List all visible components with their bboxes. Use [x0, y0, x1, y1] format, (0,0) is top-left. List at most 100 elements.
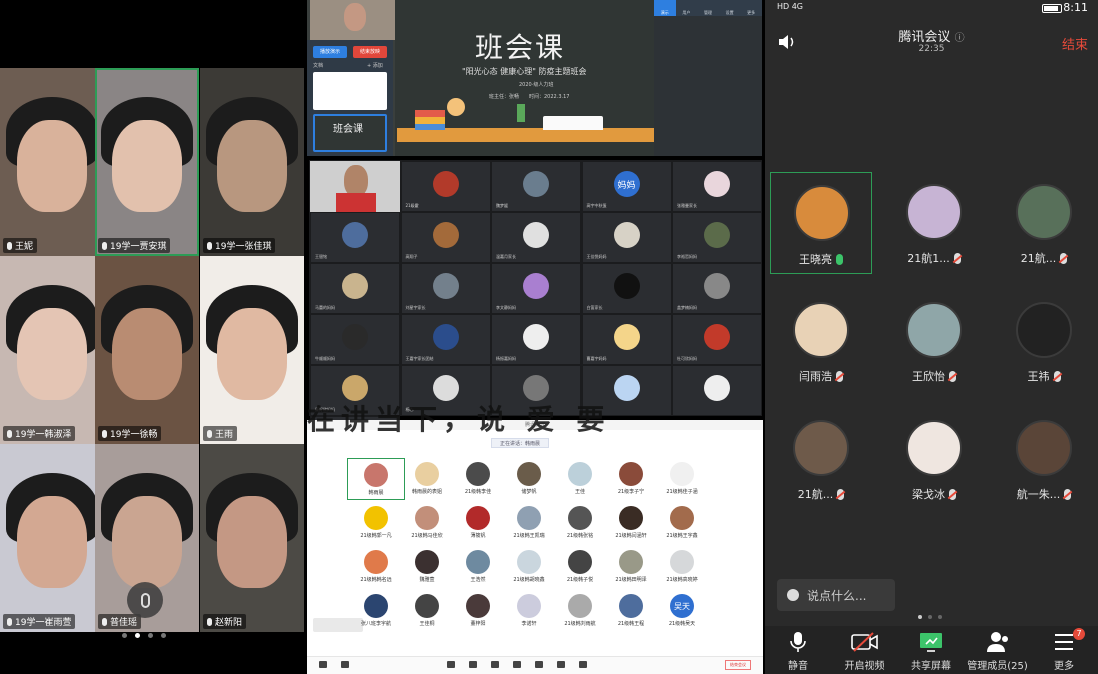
participant-face — [112, 495, 182, 588]
members-icon[interactable] — [469, 661, 477, 668]
video-tile[interactable]: 王妮 — [0, 68, 104, 256]
camera-icon[interactable] — [341, 661, 349, 668]
member-item[interactable]: 王佳 — [551, 458, 609, 500]
member-item[interactable]: 21级韩刘雨航 — [551, 590, 609, 632]
member-item[interactable]: 21级韩高晓婷 — [653, 546, 711, 588]
gallery-tile[interactable]: 高翔子 — [400, 212, 491, 263]
member-item[interactable]: 21级韩韩名远 — [347, 546, 405, 588]
video-off-button[interactable]: 开启视频 — [832, 628, 898, 672]
mic-icon[interactable] — [319, 661, 327, 668]
gallery-tile[interactable]: 21级霍 — [400, 161, 491, 212]
end-button[interactable]: 结束 — [1062, 34, 1088, 53]
gallery-tile[interactable]: 杨振嘉妈妈 — [491, 314, 581, 365]
video-tile[interactable]: 赵新阳 — [200, 444, 304, 632]
member-item[interactable]: 21级韩张铭 — [551, 502, 609, 544]
share-screen-button[interactable]: 共享屏幕 — [898, 628, 964, 672]
member-item[interactable]: 王浩然 — [449, 546, 507, 588]
member-item[interactable]: 董梓阳 — [449, 590, 507, 632]
participant-tile[interactable]: 闫雨浩 — [770, 290, 872, 392]
gallery-tile[interactable]: 盖梦楠妈妈 — [672, 263, 762, 314]
member-item[interactable]: 张八班李宇航 — [347, 590, 405, 632]
doc-thumbnail[interactable] — [313, 72, 387, 110]
chat-input[interactable]: 说点什么... — [777, 579, 895, 611]
gallery-tile[interactable]: 白笛家长 — [581, 263, 672, 314]
gallery-tile[interactable]: 温嘉月家长 — [491, 212, 581, 263]
gallery-tile[interactable] — [672, 365, 762, 416]
toolbar-item[interactable]: 管理 — [697, 0, 719, 16]
avatar — [523, 273, 549, 300]
gallery-tile[interactable]: 张雅曼家长 — [672, 161, 762, 212]
mic-button[interactable]: 静音 — [765, 628, 831, 672]
avatar — [466, 594, 490, 618]
gallery-tile[interactable]: 牛顺顺妈妈 — [310, 314, 400, 365]
participant-tile[interactable]: 王欣怡 — [883, 290, 985, 392]
settings-icon[interactable] — [557, 661, 565, 668]
member-item[interactable]: 21级韩王程 — [602, 590, 660, 632]
gallery-tile[interactable]: 刘星宇家长 — [400, 263, 491, 314]
end-slides-button[interactable]: 结束放映 — [353, 46, 387, 58]
member-item[interactable]: 21级韩郭一凡 — [347, 502, 405, 544]
video-tile[interactable]: 19学一贾安琪 — [95, 68, 199, 256]
apps-icon[interactable] — [535, 661, 543, 668]
video-tile[interactable]: 19学一崔雨萱 — [0, 444, 104, 632]
gallery-tile[interactable]: 妈妈 高宇中秋蛋 — [581, 161, 672, 212]
gallery-tile[interactable]: 魏梦媛 — [491, 161, 581, 212]
member-item[interactable]: 21级韩王凯瑞 — [500, 502, 558, 544]
member-item[interactable]: 21级李子宁 — [602, 458, 660, 500]
slide-thumbnail[interactable]: 班会课 — [313, 114, 387, 152]
gallery-tile[interactable]: 王佳悦妈妈 — [581, 212, 672, 263]
share-icon[interactable] — [447, 661, 455, 668]
gallery-grid-panel: 21级霍 魏梦媛 妈妈 高宇中秋蛋 张雅曼家长王银铭 高翔子 温嘉月家长 王佳悦妈妈 李裕哲妈妈… — [309, 160, 762, 467]
video-tile[interactable]: 19学一韩淑泽 — [0, 256, 104, 444]
more-button[interactable]: 更多 7 — [1031, 628, 1097, 672]
participant-tile[interactable]: 王晓亮 — [770, 172, 872, 274]
member-item[interactable]: 吴天 21级韩吴天 — [653, 590, 711, 632]
gallery-tile[interactable]: 王银铭 — [310, 212, 400, 263]
video-tile[interactable]: 19学一徐畅 — [95, 256, 199, 444]
member-item[interactable]: 储梦帆 — [500, 458, 558, 500]
member-item[interactable]: 21级韩闫涵轩 — [602, 502, 660, 544]
more-icon[interactable] — [579, 661, 587, 668]
record-icon[interactable] — [491, 661, 499, 668]
toolbar-item[interactable]: 演示 — [654, 0, 676, 16]
member-item[interactable]: 王佳桐 — [398, 590, 456, 632]
video-tile[interactable]: 王雨 — [200, 256, 304, 444]
gallery-tile[interactable]: 李裕哲妈妈 — [672, 212, 762, 263]
play-slides-button[interactable]: 播放演示 — [313, 46, 347, 58]
participant-tile[interactable]: 21航... — [770, 408, 872, 510]
member-item[interactable]: 薄筱钒 — [449, 502, 507, 544]
member-item[interactable]: 魏雅萱 — [398, 546, 456, 588]
gallery-tile[interactable]: 王嘉宇家长团结 — [400, 314, 491, 365]
member-item[interactable]: 韩雨晨的表姐 — [398, 458, 456, 500]
video-tile[interactable]: 19学一张佳琪 — [200, 68, 304, 256]
member-item[interactable]: 韩雨晨 — [347, 458, 405, 500]
member-item[interactable]: 21级韩王宇鑫 — [653, 502, 711, 544]
gallery-tile[interactable]: 曹嘉宇妈妈 — [581, 314, 672, 365]
participant-tile[interactable]: 王祎 — [993, 290, 1095, 392]
member-item[interactable]: 21级韩胡晓鑫 — [500, 546, 558, 588]
info-icon[interactable]: ⓘ — [955, 33, 965, 44]
end-meeting-button[interactable]: 结束会议 — [725, 660, 751, 670]
participant-tile[interactable]: 21航1... — [883, 172, 985, 274]
toolbar-item[interactable]: 设置 — [719, 0, 741, 16]
member-item[interactable]: 21级韩李佳 — [449, 458, 507, 500]
emoji-icon[interactable] — [787, 589, 799, 601]
toolbar-item[interactable]: 用户 — [676, 0, 698, 16]
members-button[interactable]: 管理成员(25) — [965, 628, 1031, 672]
gallery-tile[interactable]: 李文静妈妈 — [491, 263, 581, 314]
member-item[interactable]: 21级韩马佳欣 — [398, 502, 456, 544]
toolbar-item[interactable]: 更多 — [740, 0, 762, 16]
member-item[interactable]: 21级韩田明泽 — [602, 546, 660, 588]
member-item[interactable]: 李诺轩 — [500, 590, 558, 632]
member-item[interactable]: 21级韩佳子涵 — [653, 458, 711, 500]
add-doc-button[interactable]: + 添加 — [367, 62, 383, 69]
chat-icon[interactable] — [513, 661, 521, 668]
gallery-tile[interactable]: 杜可欣妈妈 — [672, 314, 762, 365]
mic-button[interactable] — [127, 582, 163, 618]
participant-tile[interactable]: 航一朱... — [993, 408, 1095, 510]
participant-tile[interactable]: 21航... — [993, 172, 1095, 274]
gallery-tile[interactable]: 马蕾的妈妈 — [310, 263, 400, 314]
page-indicator — [918, 615, 942, 619]
participant-tile[interactable]: 梁戈冰 — [883, 408, 985, 510]
member-item[interactable]: 21级韩子悦 — [551, 546, 609, 588]
